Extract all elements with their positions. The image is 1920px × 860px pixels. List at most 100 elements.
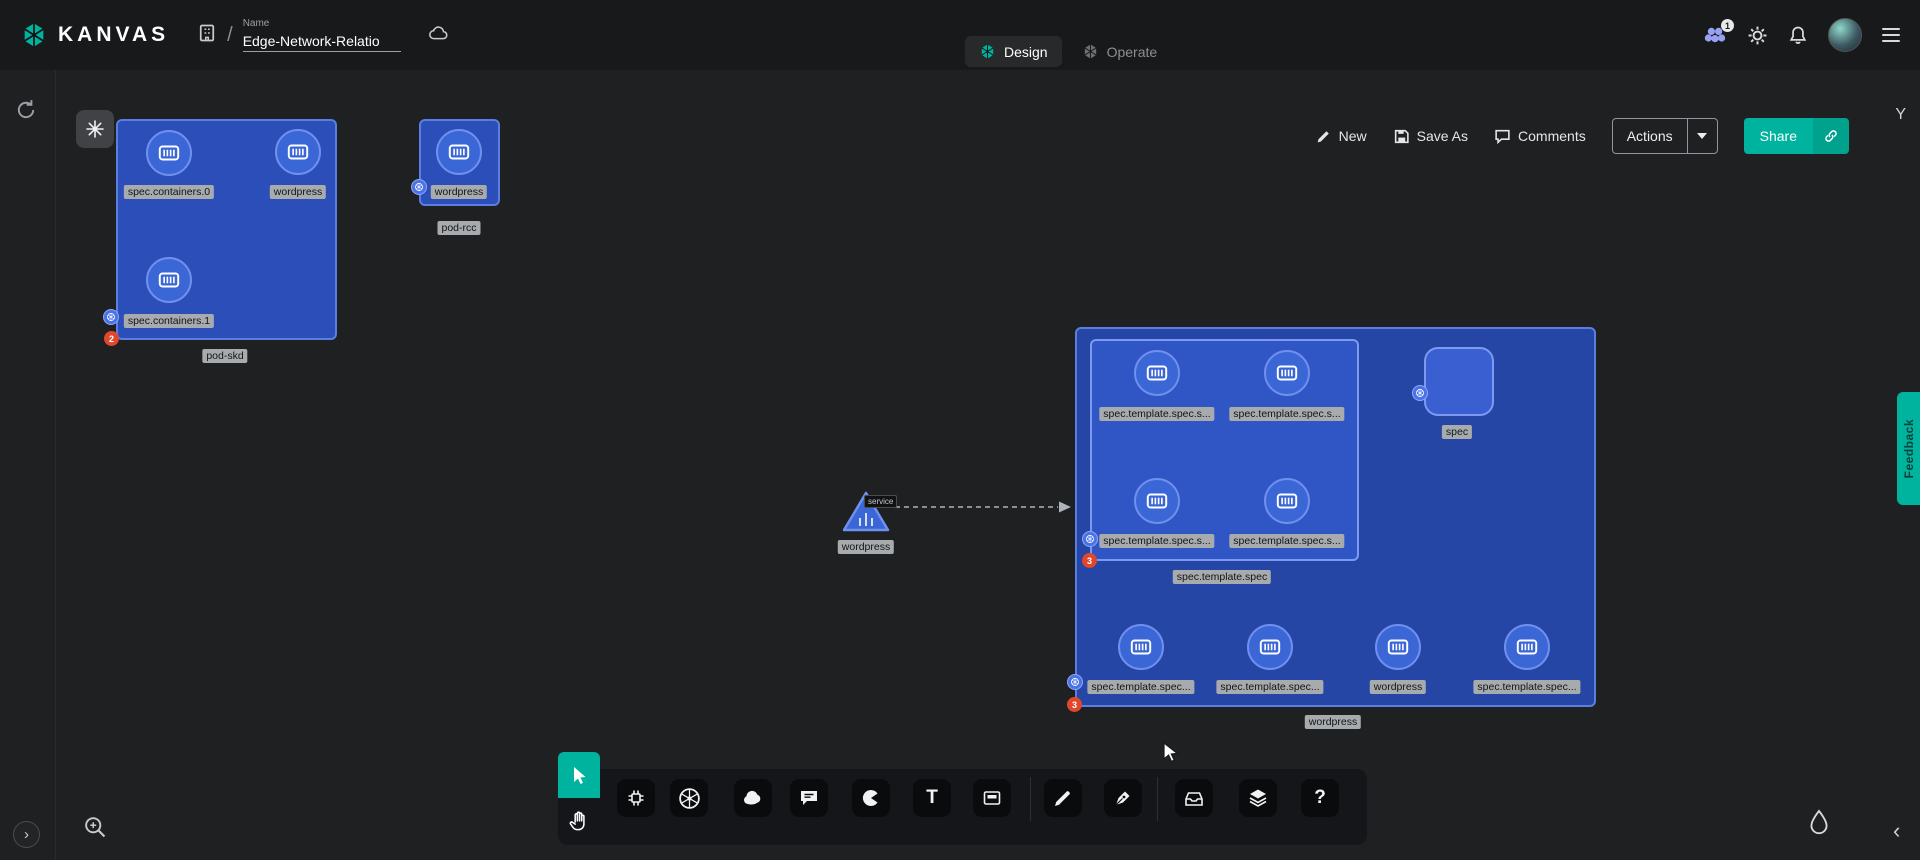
mouse-cursor xyxy=(1160,741,1182,765)
design-name-input[interactable] xyxy=(243,31,401,52)
brand-name: KANVAS xyxy=(58,23,169,47)
group-title: pod-skd xyxy=(202,349,247,363)
node-template-container[interactable] xyxy=(1504,624,1550,670)
group-title: wordpress xyxy=(1305,715,1361,729)
kubernetes-tool[interactable] xyxy=(670,779,708,817)
text-tool[interactable]: T xyxy=(913,779,951,817)
container-icon xyxy=(446,139,472,165)
service-edge[interactable] xyxy=(880,496,1085,518)
design-canvas[interactable]: › spec.containers.0 xyxy=(0,70,1920,860)
menu-icon[interactable] xyxy=(1882,28,1900,42)
tab-design[interactable]: Design xyxy=(965,36,1062,67)
group-title: spec.template.spec xyxy=(1173,570,1271,584)
drawer-tool[interactable] xyxy=(1175,779,1213,817)
container-icon xyxy=(1385,634,1411,660)
node-label: spec xyxy=(1442,425,1472,439)
right-panel-handle[interactable]: Y xyxy=(1895,106,1906,124)
share-label: Share xyxy=(1744,118,1813,154)
comment-tool[interactable] xyxy=(790,779,828,817)
container-icon xyxy=(1514,634,1540,660)
settings-gear-icon[interactable] xyxy=(1747,25,1768,46)
design-tab-icon xyxy=(979,43,996,60)
help-tool[interactable]: ? xyxy=(1301,779,1339,817)
comments-button[interactable]: Comments xyxy=(1494,128,1586,145)
comment-icon xyxy=(1494,128,1511,145)
kanvas-app: KANVAS / Name Design xyxy=(0,0,1920,860)
container-icon xyxy=(1274,488,1300,514)
feedback-tab[interactable]: Feedback xyxy=(1897,392,1920,505)
share-button[interactable]: Share xyxy=(1744,118,1849,154)
node-template-container[interactable] xyxy=(1134,478,1180,524)
node-template-container[interactable] xyxy=(1247,624,1293,670)
shapes-tool[interactable] xyxy=(734,779,772,817)
node-template-container[interactable] xyxy=(1264,350,1310,396)
node-label: spec.containers.0 xyxy=(124,185,214,199)
node-template-container[interactable] xyxy=(1134,350,1180,396)
spec-template-spec-group[interactable] xyxy=(1090,339,1359,561)
org-icon[interactable] xyxy=(197,23,217,48)
kanvas-logo[interactable]: KANVAS xyxy=(20,21,169,49)
doodle-icon xyxy=(859,786,883,810)
snowflake-icon xyxy=(86,120,104,138)
tab-operate[interactable]: Operate xyxy=(1068,36,1172,67)
new-button[interactable]: New xyxy=(1315,128,1367,145)
share-link-icon[interactable] xyxy=(1813,118,1849,154)
collapse-right-panel-button[interactable]: ‹ xyxy=(1893,818,1900,844)
kubernetes-badge xyxy=(1412,385,1428,401)
actions-dropdown[interactable] xyxy=(1687,119,1717,153)
note-icon xyxy=(980,786,1004,810)
zoom-icon[interactable] xyxy=(82,814,108,845)
connections-icon[interactable]: 1 xyxy=(1703,24,1727,46)
design-name-field: Name xyxy=(243,18,401,52)
feedback-label: Feedback xyxy=(1902,419,1916,478)
select-tool[interactable] xyxy=(558,752,600,798)
spec-node[interactable] xyxy=(1424,347,1494,416)
error-badge[interactable]: 2 xyxy=(104,331,119,346)
pen-tool[interactable] xyxy=(1104,779,1142,817)
left-rail xyxy=(0,70,56,860)
chip-icon xyxy=(624,786,648,810)
user-avatar[interactable] xyxy=(1828,18,1862,52)
note-tool[interactable] xyxy=(973,779,1011,817)
doodle-tool[interactable] xyxy=(852,779,890,817)
snowflake-button[interactable] xyxy=(76,110,114,148)
help-icon: ? xyxy=(1314,787,1326,809)
cursor-arrow-icon xyxy=(569,765,589,785)
dock-divider xyxy=(1030,777,1031,821)
actions-button[interactable]: Actions xyxy=(1612,118,1718,154)
actions-label: Actions xyxy=(1613,128,1687,144)
new-label: New xyxy=(1339,128,1367,144)
canvas-toolbar: New Save As Comments Actions xyxy=(1315,118,1849,154)
components-tool[interactable] xyxy=(617,779,655,817)
container-icon xyxy=(156,267,182,293)
drop-icon[interactable] xyxy=(1806,808,1832,845)
node-template-container[interactable] xyxy=(1118,624,1164,670)
node-label: spec.template.spec... xyxy=(1216,680,1323,694)
expand-left-panel-button[interactable]: › xyxy=(13,821,40,848)
container-icon xyxy=(1144,360,1170,386)
layers-icon xyxy=(1246,786,1270,810)
error-badge[interactable]: 3 xyxy=(1082,553,1097,568)
chevron-down-icon xyxy=(1697,133,1707,139)
node-wordpress-container[interactable] xyxy=(275,129,321,175)
sync-icon[interactable] xyxy=(14,98,38,127)
kubernetes-icon xyxy=(677,786,702,811)
node-spec-containers-0[interactable] xyxy=(146,130,192,176)
node-spec-containers-1[interactable] xyxy=(146,257,192,303)
node-template-container[interactable] xyxy=(1264,478,1310,524)
pan-tool[interactable] xyxy=(568,810,590,839)
comments-label: Comments xyxy=(1518,128,1586,144)
edge-pencil-tool[interactable] xyxy=(1044,779,1082,817)
save-icon xyxy=(1393,128,1410,145)
container-icon xyxy=(1257,634,1283,660)
operate-tab-label: Operate xyxy=(1107,44,1158,60)
breadcrumb-separator: / xyxy=(227,24,233,47)
error-badge[interactable]: 3 xyxy=(1067,697,1082,712)
node-wordpress-container[interactable] xyxy=(1375,624,1421,670)
layers-tool[interactable] xyxy=(1239,779,1277,817)
save-as-button[interactable]: Save As xyxy=(1393,128,1468,145)
node-wordpress-container[interactable] xyxy=(436,129,482,175)
pencil-icon xyxy=(1051,786,1075,810)
node-label: wordpress xyxy=(1370,680,1426,694)
notifications-bell-icon[interactable] xyxy=(1788,25,1808,46)
